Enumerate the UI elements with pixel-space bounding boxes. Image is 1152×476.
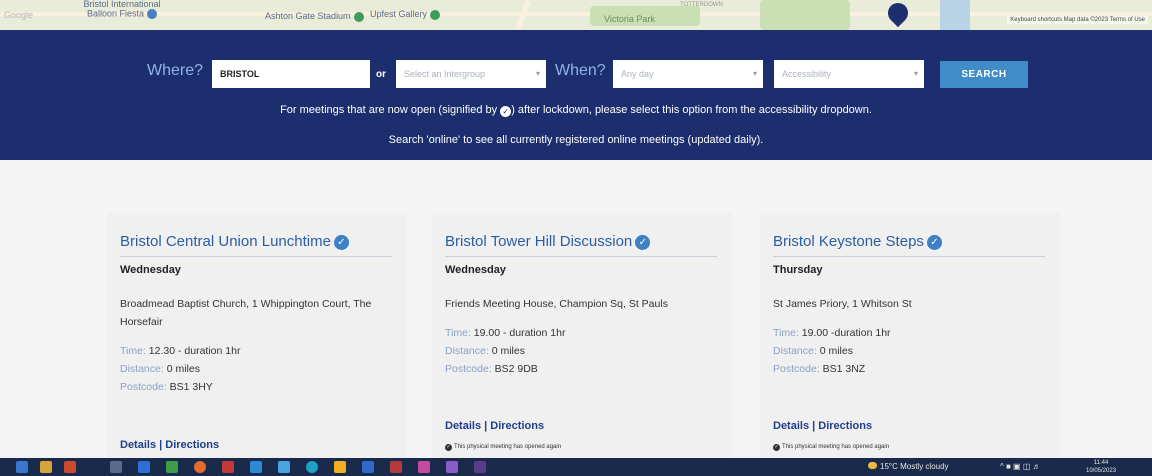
weather-widget[interactable]: 15°C Mostly cloudy — [868, 462, 949, 471]
map-label-balloon[interactable]: Bristol International Balloon Fiesta — [82, 0, 162, 19]
file-explorer-icon[interactable] — [40, 461, 52, 473]
meeting-address: Broadmead Baptist Church, 1 Whippington … — [120, 298, 372, 328]
meeting-title[interactable]: Bristol Keystone Steps ✓ — [773, 233, 942, 250]
map-label-area: TOTTERDOWN — [680, 2, 723, 8]
meeting-day: Wednesday — [445, 264, 506, 276]
clock[interactable]: 11:44 10/05/2023 — [1086, 459, 1116, 475]
intergroup-placeholder: Select an Intergroup — [404, 69, 486, 79]
map-pin-icon — [353, 11, 364, 22]
info-open-meetings: For meetings that are now open (signifie… — [280, 104, 872, 117]
pdf-icon[interactable] — [222, 461, 234, 473]
divider — [445, 256, 717, 257]
meeting-links: Details | Directions — [120, 439, 220, 451]
map-attribution: Keyboard shortcuts Map data ©2023 Terms … — [1007, 16, 1148, 24]
day-placeholder: Any day — [621, 69, 654, 79]
meeting-address: St James Priory, 1 Whitson St — [773, 298, 912, 310]
teams-icon[interactable] — [474, 461, 486, 473]
meeting-day: Thursday — [773, 264, 823, 276]
divider — [120, 256, 392, 257]
meeting-card: Bristol Keystone Steps ✓ Thursday St Jame… — [760, 213, 1060, 458]
opened-note: ✓ This physical meeting has opened again — [773, 444, 890, 451]
chevron-down-icon: ▾ — [535, 69, 540, 78]
system-tray[interactable]: ^ ■ ▣ ◫ ♬ — [1000, 462, 1041, 471]
meeting-distance: Distance: 0 miles — [445, 345, 525, 357]
meeting-card: Bristol Central Union Lunchtime ✓ Wednesd… — [107, 213, 407, 458]
firefox-icon[interactable] — [194, 461, 206, 473]
start-icon[interactable] — [16, 461, 28, 473]
chevron-down-icon: ▾ — [752, 69, 757, 78]
meeting-title[interactable]: Bristol Tower Hill Discussion ✓ — [445, 233, 651, 250]
or-label: or — [376, 69, 386, 80]
app-icon[interactable] — [418, 461, 430, 473]
powerpoint-icon[interactable] — [390, 461, 402, 473]
taskbar: 15°C Mostly cloudy ^ ■ ▣ ◫ ♬ 11:44 10/05/… — [0, 458, 1152, 476]
meeting-card: Bristol Tower Hill Discussion ✓ Wednesday… — [432, 213, 732, 458]
google-logo: Google — [4, 10, 34, 20]
meeting-address: Friends Meeting House, Champion Sq, St P… — [445, 298, 668, 310]
meeting-links: Details | Directions — [445, 420, 545, 432]
accessibility-select[interactable]: Accessibility ▾ — [774, 60, 924, 88]
check-circle-icon: ✓ — [500, 106, 512, 117]
map-marker-icon[interactable] — [883, 0, 913, 28]
check-circle-icon: ✓ — [635, 235, 651, 250]
details-link[interactable]: Details — [445, 420, 481, 432]
app-icon[interactable] — [278, 461, 290, 473]
map-label-stadium[interactable]: Ashton Gate Stadium — [265, 11, 364, 22]
accessibility-placeholder: Accessibility — [782, 69, 832, 79]
where-input[interactable]: BRISTOL — [212, 60, 370, 88]
divider — [773, 256, 1045, 257]
app-icon[interactable] — [64, 461, 76, 473]
details-link[interactable]: Details — [773, 420, 809, 432]
mail-icon[interactable] — [138, 461, 150, 473]
meeting-distance: Distance: 0 miles — [120, 363, 200, 375]
search-button[interactable]: SEARCH — [940, 61, 1028, 88]
app-icon[interactable] — [250, 461, 262, 473]
check-circle-icon: ✓ — [926, 235, 942, 250]
meeting-postcode: Postcode: BS2 9DB — [445, 363, 538, 375]
chevron-down-icon: ▾ — [913, 69, 918, 78]
search-form: Where? BRISTOL or Select an Intergroup ▾… — [0, 60, 1152, 92]
meeting-distance: Distance: 0 miles — [773, 345, 853, 357]
meeting-postcode: Postcode: BS1 3HY — [120, 381, 213, 393]
edge-icon[interactable] — [306, 461, 318, 473]
word-icon[interactable] — [362, 461, 374, 473]
map-pin-icon — [147, 9, 158, 19]
map-pin-icon — [430, 9, 441, 20]
directions-link[interactable]: Directions — [490, 420, 544, 432]
when-label: When? — [555, 62, 606, 79]
details-link[interactable]: Details — [120, 439, 156, 451]
info-online-meetings: Search 'online' to see all currently reg… — [388, 134, 764, 146]
directions-link[interactable]: Directions — [165, 439, 219, 451]
map-strip[interactable]: Google Bristol International Balloon Fie… — [0, 0, 1152, 30]
check-circle-icon: ✓ — [445, 444, 452, 451]
meeting-time: Time: 19.00 - duration 1hr — [445, 327, 566, 339]
meeting-time: Time: 12.30 - duration 1hr — [120, 345, 241, 357]
weather-icon — [868, 462, 877, 469]
day-select[interactable]: Any day ▾ — [613, 60, 763, 88]
meeting-day: Wednesday — [120, 264, 181, 276]
meeting-time: Time: 19.00 -duration 1hr — [773, 327, 891, 339]
app-icon[interactable] — [334, 461, 346, 473]
spreadsheet-icon[interactable] — [166, 461, 178, 473]
directions-link[interactable]: Directions — [818, 420, 872, 432]
search-panel: Where? BRISTOL or Select an Intergroup ▾… — [0, 30, 1152, 160]
check-circle-icon: ✓ — [773, 444, 780, 451]
check-circle-icon: ✓ — [333, 235, 349, 250]
map-label-gallery[interactable]: Upfest Gallery — [370, 9, 441, 20]
opened-note: ✓ This physical meeting has opened again — [445, 444, 562, 451]
task-view-icon[interactable] — [110, 461, 122, 473]
where-label: Where? — [147, 62, 204, 79]
app-icon[interactable] — [446, 461, 458, 473]
meeting-postcode: Postcode: BS1 3NZ — [773, 363, 866, 375]
map-label-park: Victoria Park — [604, 14, 655, 24]
intergroup-select[interactable]: Select an Intergroup ▾ — [396, 60, 546, 88]
meeting-title[interactable]: Bristol Central Union Lunchtime ✓ — [120, 233, 349, 250]
meeting-links: Details | Directions — [773, 420, 873, 432]
